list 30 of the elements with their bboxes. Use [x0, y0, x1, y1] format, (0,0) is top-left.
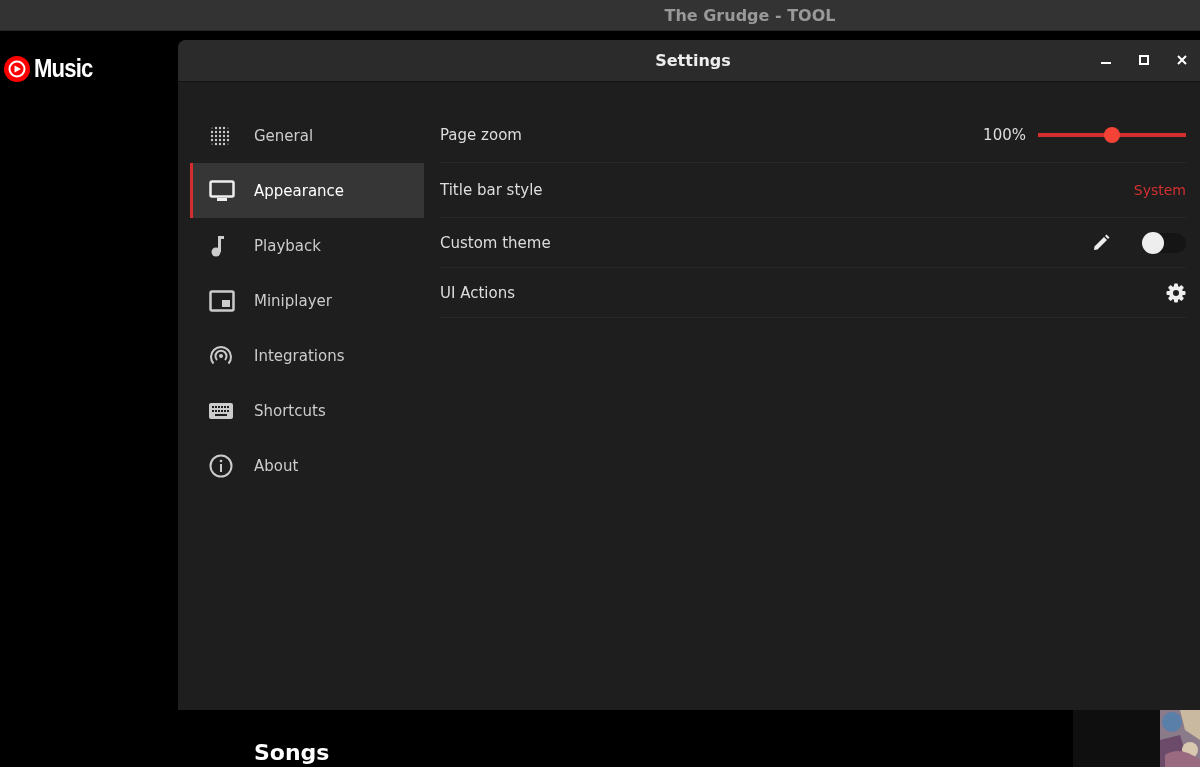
play-logo-icon [4, 55, 30, 82]
setting-label: Title bar style [440, 181, 543, 199]
picture-in-picture-icon [209, 289, 235, 312]
setting-label: UI Actions [440, 283, 515, 302]
close-icon[interactable] [1176, 54, 1188, 66]
music-note-icon [209, 234, 227, 257]
sidebar-item[interactable]: Integrations [190, 328, 424, 383]
keyboard-icon [209, 401, 233, 420]
logo-text: Music [34, 53, 93, 84]
dialog-title: Settings [655, 51, 731, 70]
settings-icon[interactable] [1166, 282, 1186, 303]
sidebar-item[interactable]: General [190, 108, 424, 163]
slider-thumb[interactable] [1104, 127, 1120, 143]
monitor-icon [209, 179, 235, 202]
pencil-icon[interactable] [1092, 233, 1110, 252]
sidebar-item[interactable]: Miniplayer [190, 273, 424, 328]
sidebar-item[interactable]: Playback [190, 218, 424, 273]
sidebar-item[interactable]: Shortcuts [190, 383, 424, 438]
section-heading: Songs [254, 740, 330, 765]
setting-label: Page zoom [440, 126, 522, 144]
setting-label: Custom theme [440, 233, 551, 252]
dot-grid-icon [209, 124, 231, 147]
sidebar-item[interactable]: Appearance [190, 163, 424, 218]
zoom-reading: 100% [983, 126, 1026, 144]
broadcast-icon [209, 344, 233, 367]
window-title: The Grudge - TOOL [663, 5, 836, 25]
sidebar-item[interactable]: About [190, 438, 424, 493]
toggle-switch[interactable] [1142, 232, 1186, 253]
maximize-icon[interactable] [1138, 54, 1150, 66]
info-icon [209, 453, 233, 478]
